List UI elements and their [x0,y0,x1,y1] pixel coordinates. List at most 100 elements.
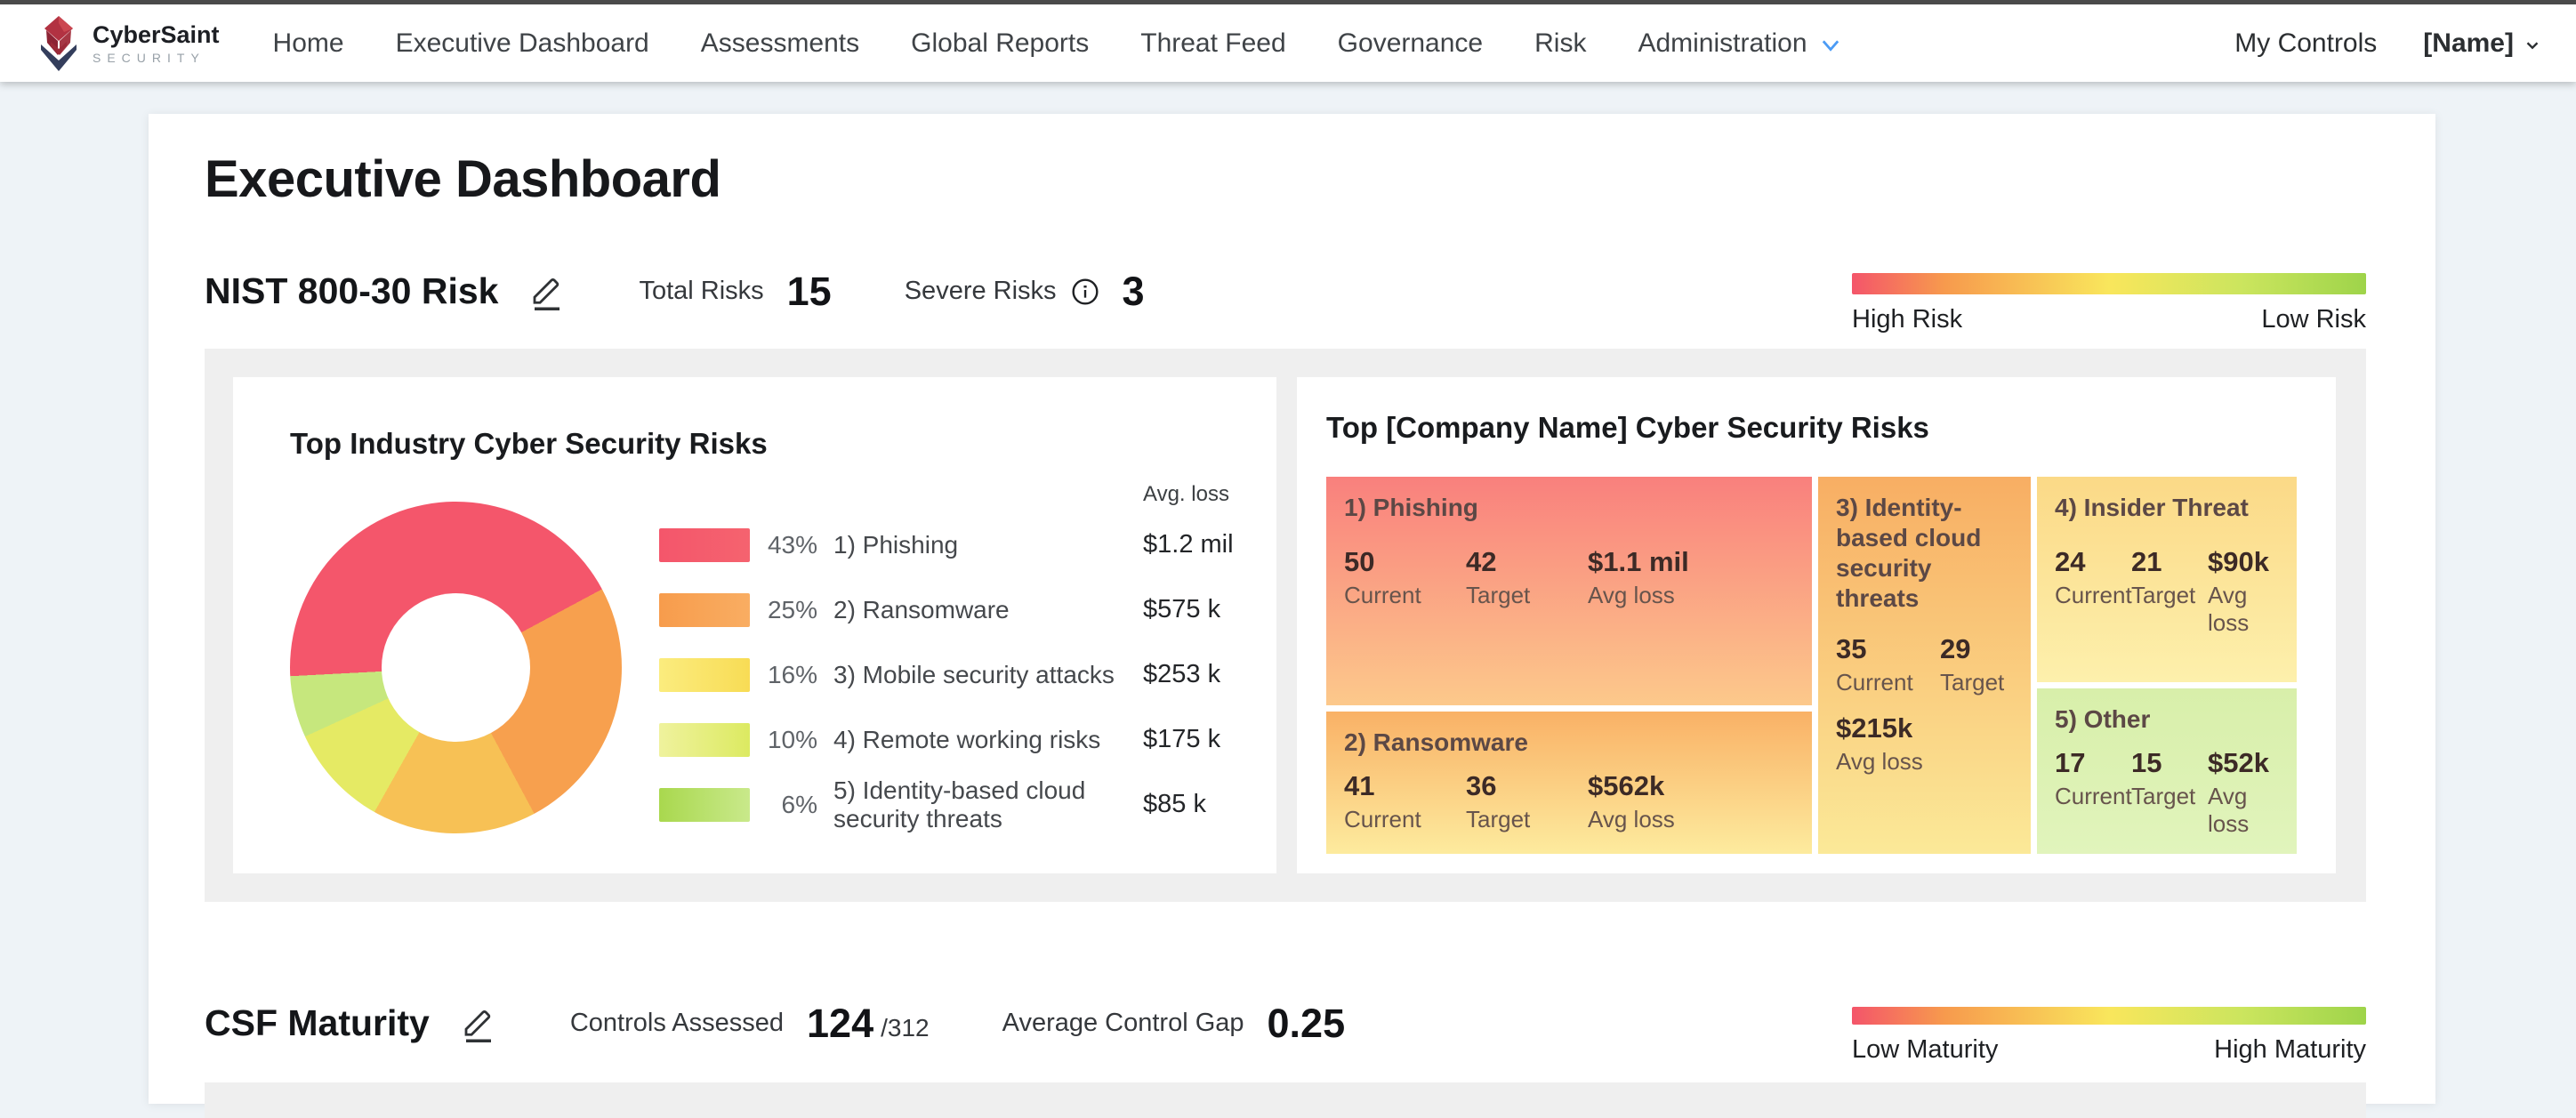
legend-avg-loss: $175 k [1143,725,1221,753]
industry-card-title: Top Industry Cyber Security Risks [290,427,768,460]
scale-high-maturity-label: High Maturity [2214,1035,2366,1064]
next-panel-edge [205,1082,2366,1118]
industry-donut-chart[interactable] [290,502,622,833]
legend-swatch-identity [659,787,750,822]
edit-pencil-icon[interactable] [528,271,566,312]
legend-label: 5) Identity-based cloud security threats [833,776,1086,832]
current-label: Current [1344,806,1421,832]
current-value: 24 [2055,546,2086,577]
avg-loss-label: Avg loss [1588,582,1675,608]
current-label: Current [2055,783,2132,809]
legend-avg-loss: $575 k [1143,595,1221,623]
csf-maturity-header: CSF Maturity Controls Assessed 124 /312 … [205,994,2366,1064]
nav-item-administration[interactable]: Administration [1638,28,1842,59]
current-value: 41 [1344,770,1375,801]
edit-pencil-icon[interactable] [460,1003,497,1044]
nav-item-risk[interactable]: Risk [1534,28,1586,59]
avg-loss-label: Avg loss [1588,806,1675,832]
primary-nav: Home Executive Dashboard Assessments Glo… [273,28,1843,59]
avg-loss-value: $562k [1588,770,1665,801]
legend-label: 4) Remote working risks [833,725,1101,753]
target-label: Target [2131,582,2196,608]
cell-title: 3) Identity-based cloud security threats [1836,494,1982,612]
legend-pct: 6% [781,790,817,818]
cell-title: 2) Ransomware [1344,728,1528,756]
treemap-cell-phishing[interactable]: 1) Phishing 50 Current 42 Target $1.1 mil A… [1326,477,1812,705]
avg-loss-label: Avg loss [2208,582,2250,636]
top-navigation: CyberSaint SECURITY Home Executive Dashb… [0,0,2576,82]
my-controls-link[interactable]: My Controls [2234,28,2377,59]
avg-loss-value: $1.1 mil [1588,546,1689,577]
legend-swatch-phishing [659,527,750,562]
maturity-scale-legend: Low Maturity High Maturity [1852,1007,2366,1065]
total-risks-value: 15 [786,268,832,314]
user-name: [Name] [2423,28,2514,58]
avg-loss-value: $90k [2208,546,2269,577]
avg-loss-header: Avg. loss [1143,482,1229,506]
legend-label: 2) Ransomware [833,595,1010,623]
donut-legend: Avg. loss 43% 1) Phishing $1.2 mil 25% 2… [659,479,1260,837]
legend-pct: 25% [767,595,817,623]
maturity-gradient-bar [1852,1007,2366,1025]
current-value: 50 [1344,546,1375,577]
target-value: 36 [1466,770,1497,801]
legend-avg-loss: $1.2 mil [1143,530,1234,559]
average-control-gap-label: Average Control Gap [1002,1009,1244,1037]
company-card-title: Top [Company Name] Cyber Security Risks [1326,411,1929,444]
scale-low-maturity-label: Low Maturity [1852,1035,1999,1064]
current-label: Current [1344,582,1421,608]
avg-loss-value: $215k [1836,712,1913,744]
legend-pct: 10% [767,725,817,753]
current-label: Current [1836,669,1913,696]
treemap-cell-ransomware[interactable]: 2) Ransomware 41 Current 36 Target $562k Av… [1326,712,1812,854]
topbar-right: My Controls [Name] [2234,28,2542,59]
avg-loss-value: $52k [2208,747,2269,778]
treemap-cell-insider-threat[interactable]: 4) Insider Threat 24 Current 21 Target $90… [2037,477,2297,682]
scale-high-risk-label: High Risk [1852,305,1963,334]
brand-name: CyberSaint [93,20,220,48]
target-label: Target [1940,669,2005,696]
dashboard-page: Executive Dashboard NIST 800-30 Risk Tot… [149,114,2435,1118]
nav-item-governance[interactable]: Governance [1338,28,1483,59]
treemap-cell-other[interactable]: 5) Other 17 Current 15 Target $52k Avg loss [2037,688,2297,854]
administration-label: Administration [1638,28,1807,58]
nist-risk-header: NIST 800-30 Risk Total Risks 15 Severe R… [205,261,2366,334]
risk-gradient-bar [1852,273,2366,294]
nav-item-threat-feed[interactable]: Threat Feed [1140,28,1285,59]
target-label: Target [1466,582,1531,608]
severe-risks-label: Severe Risks [904,277,1057,305]
risk-section-title: NIST 800-30 Risk [205,270,499,311]
target-value: 21 [2131,546,2162,577]
controls-total: /312 [881,1013,930,1042]
chevron-down-icon [1822,39,1839,52]
avg-loss-label: Avg loss [1836,748,1923,775]
risk-panel: Top Industry Cyber Security Risks Avg. l… [205,349,2366,902]
chevron-down-icon [2526,41,2539,49]
cell-title: 5) Other [2055,705,2151,733]
legend-pct: 43% [767,530,817,559]
current-value: 17 [2055,747,2086,778]
legend-swatch-mobile [659,657,750,692]
legend-pct: 16% [767,660,817,688]
legend-label: 3) Mobile security attacks [833,660,1115,688]
target-value: 15 [2131,747,2162,778]
severe-risks-value: 3 [1122,268,1145,314]
nav-item-assessments[interactable]: Assessments [701,28,859,59]
current-value: 35 [1836,633,1867,664]
target-value: 42 [1466,546,1497,577]
user-menu[interactable]: [Name] [2423,28,2542,59]
nav-item-global-reports[interactable]: Global Reports [911,28,1089,59]
cybersaint-logo-icon [41,15,76,71]
brand-logo[interactable]: CyberSaint SECURITY [34,15,220,72]
legend-avg-loss: $85 k [1143,790,1206,818]
nav-item-home[interactable]: Home [273,28,344,59]
treemap-cell-identity-threats[interactable]: 3) Identity-based cloud security threats… [1818,477,2031,854]
cell-title: 1) Phishing [1344,494,1478,521]
target-label: Target [2131,783,2196,809]
company-risk-treemap: 1) Phishing 50 Current 42 Target $1.1 mil A… [1326,477,2297,854]
target-value: 29 [1940,633,1971,664]
controls-assessed-label: Controls Assessed [569,1009,785,1037]
company-risks-card: Top [Company Name] Cyber Security Risks … [1297,377,2336,873]
nav-item-executive-dashboard[interactable]: Executive Dashboard [396,28,649,59]
info-icon[interactable] [1071,277,1099,306]
